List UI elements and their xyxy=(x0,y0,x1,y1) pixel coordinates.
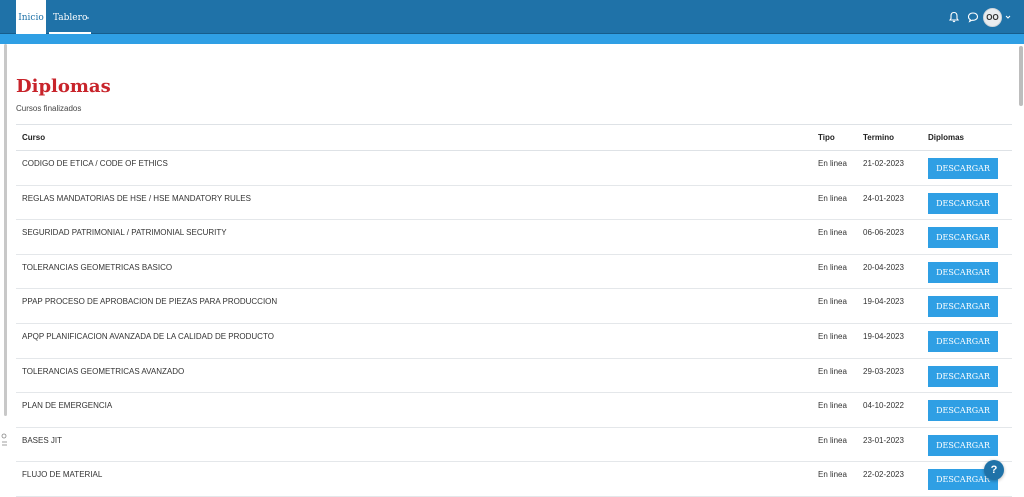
page-subtitle: Cursos finalizados xyxy=(16,104,82,113)
tipo-cell: En linea xyxy=(818,401,847,411)
page-scrollbar[interactable] xyxy=(1019,46,1023,106)
curso-cell: FLUJO DE MATERIAL xyxy=(22,470,103,480)
curso-cell: APQP PLANIFICACION AVANZADA DE LA CALIDA… xyxy=(22,331,274,341)
tipo-cell: En linea xyxy=(818,470,847,480)
left-scrollbar[interactable] xyxy=(4,44,7,416)
tipo-cell: En linea xyxy=(818,297,847,307)
curso-cell: TOLERANCIAS GEOMETRICAS BASICO xyxy=(22,262,173,272)
termino-cell: 29-03-2023 xyxy=(863,366,904,376)
tipo-cell: En linea xyxy=(818,366,847,376)
descargar-button[interactable]: DESCARGAR xyxy=(928,434,998,456)
nav-separator-dot xyxy=(87,17,89,19)
termino-cell: 21-02-2023 xyxy=(863,159,904,168)
descargar-button[interactable]: DESCARGAR xyxy=(928,330,998,352)
curso-cell: PLAN DE EMERGENCIA xyxy=(22,401,113,411)
tipo-cell: En linea xyxy=(818,435,847,445)
descargar-button[interactable]: DESCARGAR xyxy=(928,158,998,179)
curso-cell: PPAP PROCESO DE APROBACION DE PIEZAS PAR… xyxy=(22,297,278,307)
header-termino: Termino xyxy=(863,133,894,142)
collapsed-drawer-icon[interactable] xyxy=(0,430,10,450)
header-diplomas: Diplomas xyxy=(928,133,965,142)
tipo-cell: En linea xyxy=(818,331,847,341)
termino-cell: 24-01-2023 xyxy=(863,193,904,203)
descargar-button[interactable]: DESCARGAR xyxy=(928,296,998,318)
bell-icon[interactable] xyxy=(948,11,960,23)
tipo-cell: En linea xyxy=(818,159,847,168)
curso-cell: BASES JIT xyxy=(22,435,63,445)
header-curso: Curso xyxy=(22,133,46,142)
tab-tablero[interactable]: Tablero xyxy=(49,0,92,34)
curso-cell: REGLAS MANDATORIAS DE HSE / HSE MANDATOR… xyxy=(22,193,251,203)
termino-cell: 23-01-2023 xyxy=(863,435,904,445)
curso-cell: SEGURIDAD PATRIMONIAL / PATRIMONIAL SECU… xyxy=(22,228,227,238)
table-row: BASES JIT En linea 23-01-2023 DESCARGAR xyxy=(16,428,1012,463)
table-row: PPAP PROCESO DE APROBACION DE PIEZAS PAR… xyxy=(16,289,1012,324)
accent-stripe xyxy=(0,34,1024,44)
termino-cell: 04-10-2022 xyxy=(863,401,904,411)
avatar[interactable]: OO xyxy=(983,8,1002,27)
tipo-cell: En linea xyxy=(818,228,847,238)
header-tipo: Tipo xyxy=(818,133,835,142)
table-row: APQP PLANIFICACION AVANZADA DE LA CALIDA… xyxy=(16,324,1012,359)
termino-cell: 19-04-2023 xyxy=(863,331,904,341)
curso-cell: CODIGO DE ETICA / CODE OF ETHICS xyxy=(22,159,168,168)
termino-cell: 20-04-2023 xyxy=(863,262,904,272)
table-header: Curso Tipo Termino Diplomas xyxy=(16,125,1012,151)
top-navbar: Inicio Tablero OO xyxy=(0,0,1024,34)
table-row: REGLAS MANDATORIAS DE HSE / HSE MANDATOR… xyxy=(16,186,1012,221)
table-row: TOLERANCIAS GEOMETRICAS BASICO En linea … xyxy=(16,255,1012,290)
table-row: CODIGO DE ETICA / CODE OF ETHICS En line… xyxy=(16,151,1012,186)
chevron-down-icon[interactable] xyxy=(1005,14,1011,20)
page-title: Diplomas xyxy=(16,76,111,97)
descargar-button[interactable]: DESCARGAR xyxy=(928,400,998,422)
termino-cell: 19-04-2023 xyxy=(863,297,904,307)
termino-cell: 22-02-2023 xyxy=(863,470,904,480)
diplomas-table: Curso Tipo Termino Diplomas CODIGO DE ET… xyxy=(16,124,1012,497)
descargar-button[interactable]: DESCARGAR xyxy=(928,365,998,387)
tipo-cell: En linea xyxy=(818,193,847,203)
descargar-button[interactable]: DESCARGAR xyxy=(928,227,998,249)
table-row: PLAN DE EMERGENCIA En linea 04-10-2022 D… xyxy=(16,393,1012,428)
descargar-button[interactable]: DESCARGAR xyxy=(928,192,998,214)
curso-cell: TOLERANCIAS GEOMETRICAS AVANZADO xyxy=(22,366,185,376)
table-row: SEGURIDAD PATRIMONIAL / PATRIMONIAL SECU… xyxy=(16,220,1012,255)
tipo-cell: En linea xyxy=(818,262,847,272)
table-row: TOLERANCIAS GEOMETRICAS AVANZADO En line… xyxy=(16,359,1012,394)
descargar-button[interactable]: DESCARGAR xyxy=(928,261,998,283)
tab-inicio[interactable]: Inicio xyxy=(16,0,46,34)
termino-cell: 06-06-2023 xyxy=(863,228,904,238)
help-button[interactable]: ? xyxy=(984,460,1004,480)
chat-icon[interactable] xyxy=(967,11,979,23)
table-row: FLUJO DE MATERIAL En linea 22-02-2023 DE… xyxy=(16,462,1012,497)
